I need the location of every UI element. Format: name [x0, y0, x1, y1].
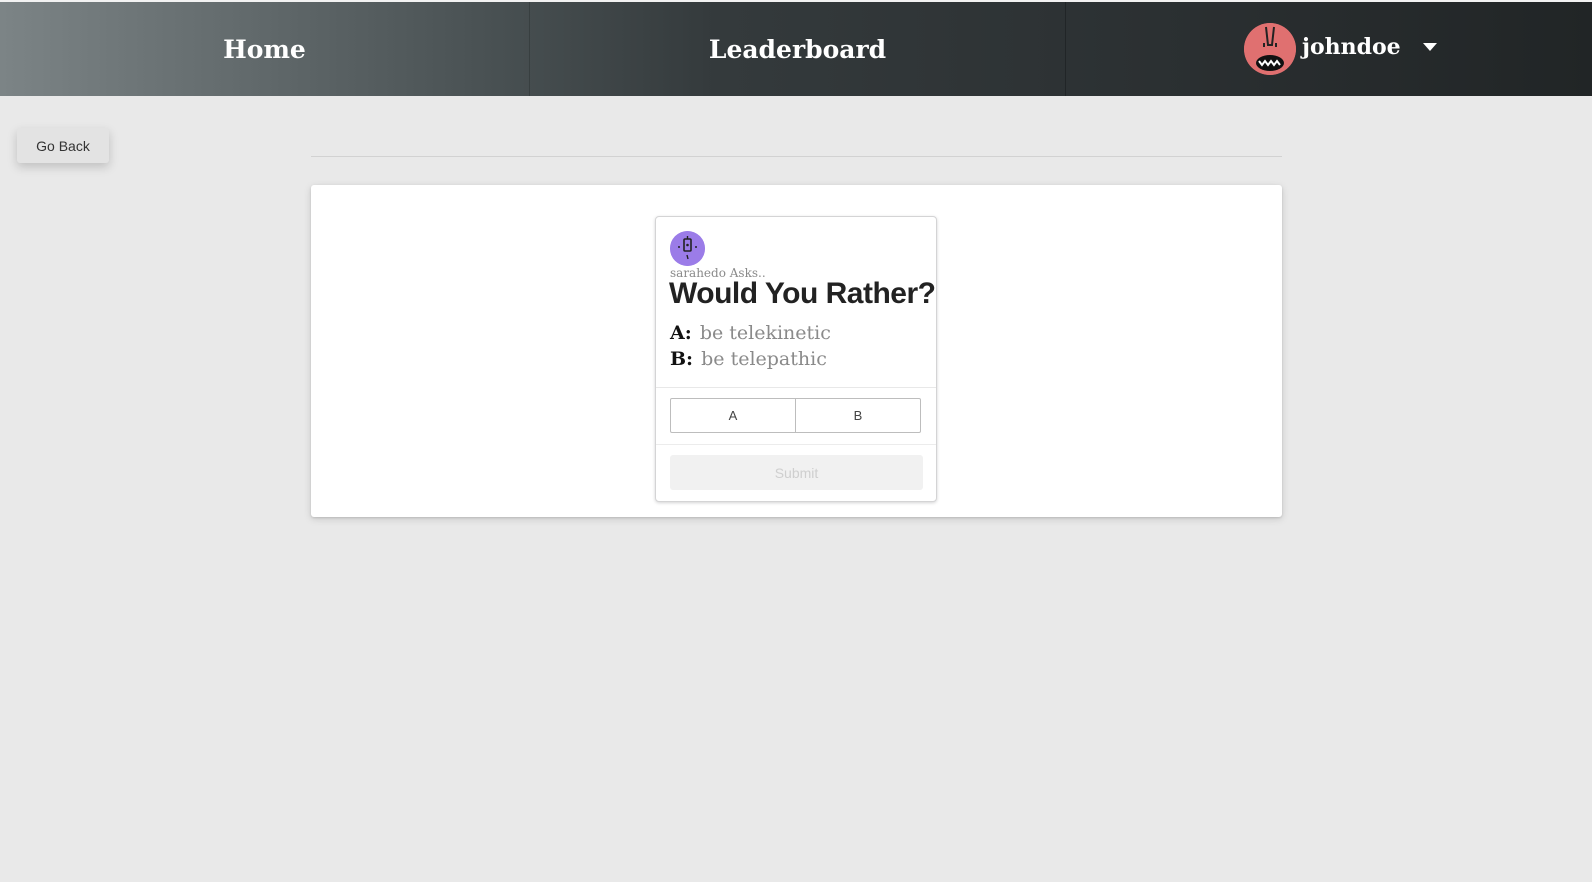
submit-button[interactable]: Submit	[670, 455, 923, 490]
question-card: sarahedo Asks.. Would You Rather? A: be …	[655, 216, 937, 502]
choice-button-group: A B	[670, 398, 921, 433]
choice-b-button[interactable]: B	[796, 398, 921, 433]
option-a-text: be telekinetic	[699, 322, 831, 344]
divider	[311, 156, 1282, 157]
choice-a-button[interactable]: A	[670, 398, 796, 433]
option-b-text: be telepathic	[701, 348, 827, 370]
chevron-down-icon[interactable]	[1422, 43, 1437, 51]
asker-avatar	[670, 231, 705, 266]
option-b-label: B:	[670, 348, 694, 370]
question-card-content: sarahedo Asks.. Would You Rather? A: be …	[656, 217, 936, 388]
go-back-button[interactable]: Go Back	[17, 128, 109, 163]
question-title: Would You Rather?	[669, 277, 936, 310]
asker-avatar-image	[670, 231, 705, 266]
top-navbar: Home Leaderboard johndoe	[0, 0, 1592, 96]
option-a-label: A:	[670, 322, 692, 344]
user-menu[interactable]: johndoe	[1066, 2, 1592, 96]
option-b: B: be telepathic	[670, 348, 827, 370]
go-back-label: Go Back	[36, 137, 90, 154]
card-divider	[656, 444, 936, 445]
username-label: johndoe	[1302, 34, 1401, 60]
nav-leaderboard-label: Leaderboard	[708, 34, 887, 64]
user-avatar-image	[1244, 23, 1296, 75]
nav-leaderboard-link[interactable]: Leaderboard	[530, 2, 1066, 96]
nav-home-label: Home	[223, 34, 306, 64]
nav-home-link[interactable]: Home	[0, 2, 530, 96]
user-avatar	[1244, 23, 1296, 75]
option-a: A: be telekinetic	[670, 322, 831, 344]
